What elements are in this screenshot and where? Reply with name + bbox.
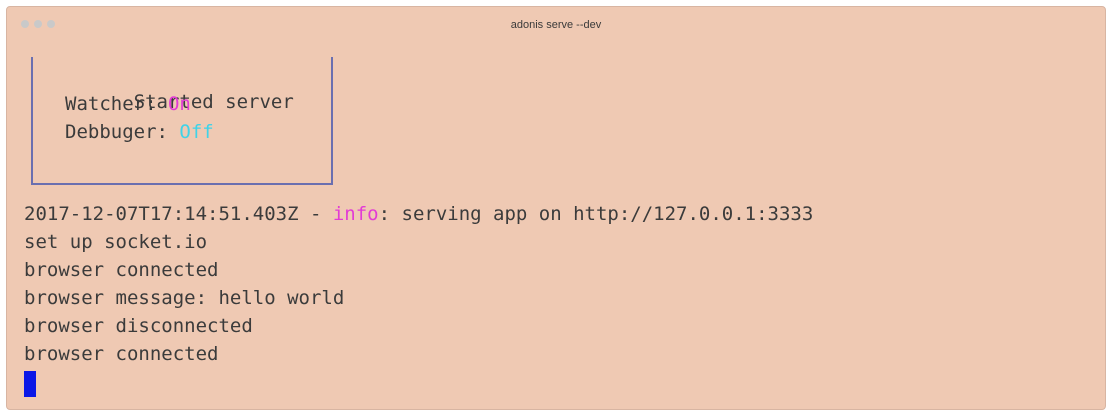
watcher-label: Watcher: [65, 93, 168, 115]
log-output: 2017-12-07T17:14:51.403Z - info: serving… [24, 200, 813, 397]
text-cursor [24, 370, 36, 397]
log-message: : serving app on http://127.0.0.1:3333 [378, 203, 814, 225]
debugger-value: Off [179, 121, 214, 143]
log-line: browser message: hello world [24, 287, 345, 309]
debugger-line: Debbuger: Off [65, 119, 214, 145]
prompt-line [24, 368, 813, 397]
log-line-serving: 2017-12-07T17:14:51.403Z - info: serving… [24, 200, 813, 228]
log-line: set up socket.io [24, 231, 208, 253]
title-bar: adonis serve --dev [7, 7, 1105, 41]
terminal-window: adonis serve --dev Started server Watche… [6, 6, 1106, 410]
watcher-value: On [167, 93, 191, 115]
debugger-label: Debbuger: [65, 121, 180, 143]
log-level: info [332, 203, 379, 225]
log-line: browser disconnected [24, 315, 253, 337]
watcher-line: Watcher: On [65, 91, 191, 117]
log-line: browser connected [24, 343, 219, 365]
server-status-line: Started server [65, 63, 294, 113]
log-line: browser connected [24, 259, 219, 281]
log-timestamp: 2017-12-07T17:14:51.403Z - [24, 203, 333, 225]
window-title: adonis serve --dev [510, 19, 602, 31]
